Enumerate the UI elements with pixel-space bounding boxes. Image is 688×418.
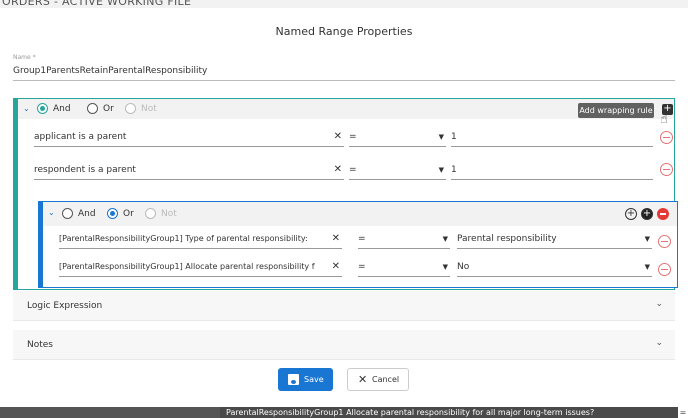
rule-value-input[interactable]: 1 [451,162,653,180]
remove-group-icon[interactable] [657,208,669,220]
rule-field-select[interactable]: [ParentalResponsibilityGroup1] Type of p… [59,231,342,249]
remove-rule-icon[interactable] [658,263,671,276]
name-input-underline [13,80,675,81]
collapse-chevron-icon[interactable]: ⌄ [23,104,30,113]
rule-operator-text: = [349,165,357,175]
rule-value-select[interactable]: Parental responsibility ▼ [457,231,652,249]
dropdown-caret-icon: ▼ [644,263,650,271]
radio-or[interactable] [107,208,118,219]
rule-operator-text: = [358,234,366,244]
rule-field-select[interactable]: respondent is a parent ✕ [34,162,344,180]
rule-operator-select[interactable]: = ▼ [349,129,446,147]
add-wrapping-rule-tooltip: Add wrapping rule [578,103,654,118]
rule-field-text: respondent is a parent [34,165,136,175]
rule-value-text: 1 [451,165,457,175]
rule-field-text: applicant is a parent [34,132,127,142]
collapse-chevron-icon[interactable]: ⌄ [48,208,55,217]
radio-and[interactable] [37,103,48,114]
dropdown-caret-icon: ▼ [442,235,448,243]
rule-operator-select[interactable]: = ▼ [349,162,446,180]
rule-operator-select[interactable]: = ▼ [358,259,450,277]
radio-or[interactable] [87,103,98,114]
background-title: ORDERS - ACTIVE WORKING FILE [2,0,192,8]
clear-icon[interactable]: ✕ [332,231,340,247]
rule-value-input[interactable]: 1 [451,129,653,147]
rule-field-select[interactable]: [ParentalResponsibilityGroup1] Allocate … [59,259,342,277]
background-window: ORDERS - ACTIVE WORKING FILE [0,0,688,8]
rule-operator-select[interactable]: = ▼ [358,231,450,249]
dropdown-caret-icon: ▼ [438,133,444,141]
dialog-title: Named Range Properties [275,25,413,38]
accordion-notes-label: Notes [27,340,53,350]
remove-rule-icon[interactable] [658,235,671,248]
dropdown-caret-icon: ▼ [442,263,448,271]
clear-icon[interactable]: ✕ [334,129,342,145]
radio-or-label: Or [123,209,134,219]
cancel-button-label: Cancel [372,375,400,384]
hand-cursor-icon: ☝ [660,112,668,127]
radio-and-label: And [53,104,71,114]
add-rule-icon[interactable]: + [641,208,653,220]
rule-operator-text: = [349,132,357,142]
rule-group-inner-header: ⌄ And Or Not + + [43,202,677,226]
accordion-notes[interactable]: Notes ⌄ [13,330,675,360]
name-field-label: Name * [13,54,36,61]
radio-and[interactable] [62,208,73,219]
clear-icon[interactable]: ✕ [332,259,340,275]
rule-value-text: 1 [451,132,457,142]
named-range-dialog: Named Range Properties Name * Group1Pare… [0,8,688,407]
radio-not[interactable] [125,103,136,114]
radio-not[interactable] [145,208,156,219]
background-bottom-row: ParentalResponsibilityGroup1 Allocate pa… [220,407,688,418]
rule-group-inner: ⌄ And Or Not + + [ParentalResponsibility… [38,201,678,288]
rule-operator-text: = [358,262,366,272]
clear-icon[interactable]: ✕ [334,162,342,178]
accordion-logic-expression[interactable]: Logic Expression ⌄ [13,291,675,321]
remove-rule-icon[interactable] [660,163,673,176]
rule-field-select[interactable]: applicant is a parent ✕ [34,129,344,147]
rule-group-outer: ⌄ And Or Not Add wrapping rule + applica… [13,98,678,290]
radio-not-label: Not [161,209,177,219]
save-button-label: Save [304,375,324,384]
background-bottom-operator: = [678,407,688,418]
rule-field-text: [ParentalResponsibilityGroup1] Type of p… [59,234,308,243]
rule-field-text: [ParentalResponsibilityGroup1] Allocate … [59,262,315,271]
save-icon [288,374,299,385]
rule-group-outer-header: ⌄ And Or Not Add wrapping rule + [18,99,674,119]
close-icon: ✕ [358,373,368,386]
chevron-down-icon: ⌄ [655,338,663,348]
rule-value-select[interactable]: No ▼ [457,259,652,277]
cancel-button[interactable]: ✕ Cancel [347,368,409,391]
accordion-logic-expression-label: Logic Expression [27,301,103,311]
save-button[interactable]: Save [278,368,333,391]
remove-rule-icon[interactable] [660,131,673,144]
radio-or-label: Or [103,104,114,114]
rule-value-text: Parental responsibility [457,234,557,244]
radio-not-label: Not [141,104,157,114]
dropdown-caret-icon: ▼ [438,166,444,174]
name-input[interactable]: Group1ParentsRetainParentalResponsibilit… [13,66,207,76]
add-group-icon[interactable]: + [625,208,637,220]
rule-value-text: No [457,262,470,272]
dropdown-caret-icon: ▼ [644,235,650,243]
chevron-down-icon: ⌄ [655,299,663,309]
radio-and-label: And [78,209,96,219]
